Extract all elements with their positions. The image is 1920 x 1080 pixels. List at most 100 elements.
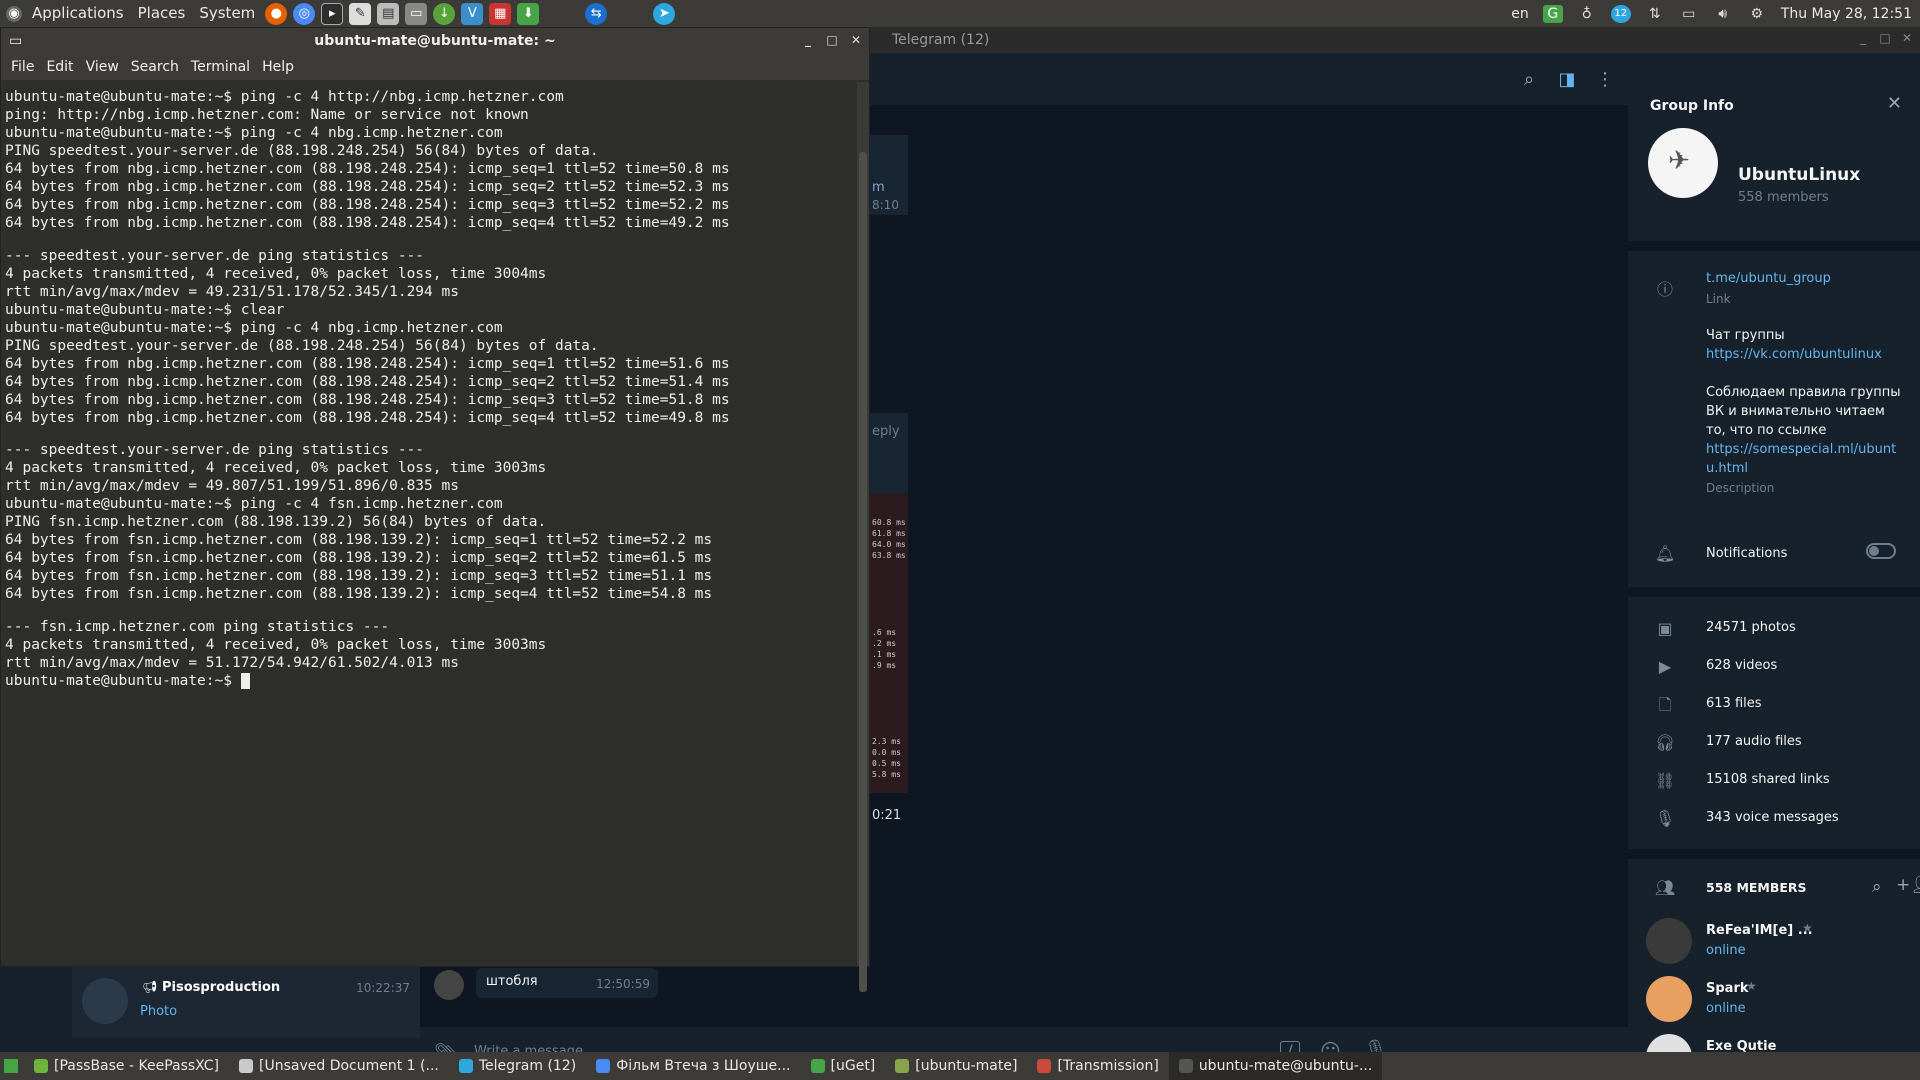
terminal-window[interactable]: ▭ ubuntu-mate@ubuntu-mate: ~ _ □ ✕ File … xyxy=(0,27,870,992)
telegram-launcher-icon[interactable]: ➤ xyxy=(653,2,676,25)
channel-icon: 📢︎ xyxy=(142,980,158,994)
terminal-prompt-line[interactable]: ubuntu-mate@ubuntu-mate:~$ xyxy=(5,672,853,690)
scrollbar-thumb[interactable] xyxy=(859,152,867,992)
taskbar-item[interactable]: [PassBase - KeePassXC] xyxy=(24,1052,229,1080)
group-avatar[interactable]: ✈ xyxy=(1648,128,1718,198)
add-member-icon[interactable]: +👤︎ xyxy=(1896,875,1920,895)
taskbar-item[interactable]: [ubuntu-mate] xyxy=(885,1052,1027,1080)
terminal-line: 64 bytes from nbg.icmp.hetzner.com (88.1… xyxy=(5,373,730,390)
text-editor-icon[interactable]: ✎ xyxy=(349,2,372,25)
media-item[interactable]: 🗋︎ 613 files xyxy=(1628,690,1920,720)
volume-icon[interactable]: 🔊︎ xyxy=(1713,5,1733,23)
menu-applications[interactable]: Applications xyxy=(25,0,131,27)
vk-icon[interactable]: V xyxy=(461,2,484,25)
media-item[interactable]: 🎙︎ 343 voice messages xyxy=(1628,804,1920,834)
minimize-button[interactable]: _ xyxy=(801,33,815,47)
teamviewer-icon[interactable]: ⇆ xyxy=(585,2,608,25)
member-search-icon[interactable]: ⌕ xyxy=(1872,877,1882,897)
search-icon[interactable]: ⌕ xyxy=(1518,69,1540,91)
terminal-line: 64 bytes from nbg.icmp.hetzner.com (88.1… xyxy=(5,355,730,372)
terminal-line: ubuntu-mate@ubuntu-mate:~$ ping -c 4 nbg… xyxy=(5,319,503,336)
menu-file[interactable]: File xyxy=(5,59,40,75)
terminal-line: 4 packets transmitted, 4 received, 0% pa… xyxy=(5,460,547,477)
telegram-tray-badge[interactable]: 12 xyxy=(1610,4,1631,23)
notifications-toggle[interactable] xyxy=(1866,543,1896,559)
terminal-line: --- speedtest.your-server.de ping statis… xyxy=(5,247,425,264)
menu-terminal[interactable]: Terminal xyxy=(185,59,256,75)
video-icon: ▶ xyxy=(1658,657,1672,676)
torrent-icon[interactable]: ↓ xyxy=(433,2,456,25)
menu-places[interactable]: Places xyxy=(131,0,193,27)
maximize-button[interactable]: □ xyxy=(825,33,839,47)
mate-logo-icon[interactable]: ◉ xyxy=(6,5,22,22)
maximize-button[interactable]: □ xyxy=(1878,31,1892,45)
close-button[interactable]: ✕ xyxy=(1900,31,1914,45)
description-link-2b[interactable]: u.html xyxy=(1706,461,1748,476)
menu-edit[interactable]: Edit xyxy=(40,59,79,75)
terminal-menu-icon[interactable]: ▭ xyxy=(9,28,22,54)
close-icon[interactable]: ✕ xyxy=(1887,93,1902,114)
taskbar-item[interactable]: [Unsaved Document 1 (... xyxy=(229,1052,449,1080)
last-message-text: штобля xyxy=(486,974,538,989)
terminal-output[interactable]: ubuntu-mate@ubuntu-mate:~$ ping -c 4 htt… xyxy=(1,82,857,966)
media-item[interactable]: ▣ 24571 photos xyxy=(1628,614,1920,644)
member-item[interactable]: Spark ★ online xyxy=(1628,971,1920,1027)
uget-icon[interactable]: ⬇ xyxy=(517,2,540,25)
keepass-icon[interactable]: ▦ xyxy=(489,2,512,25)
close-button[interactable]: ✕ xyxy=(849,33,863,47)
member-item[interactable]: ReFea'IM[e] ... ★ online xyxy=(1628,913,1920,969)
dialog-preview: Photo xyxy=(140,1004,178,1019)
menu-view[interactable]: View xyxy=(80,59,125,75)
media-label: 628 videos xyxy=(1706,658,1778,673)
menu-system[interactable]: System xyxy=(192,0,262,27)
app-icon xyxy=(34,1059,48,1073)
menu-search[interactable]: Search xyxy=(125,59,185,75)
member-item[interactable]: Exe Qutie xyxy=(1628,1029,1920,1080)
minimize-button[interactable]: _ xyxy=(1856,31,1870,45)
settings-icon[interactable]: ⚙ xyxy=(1747,5,1767,23)
taskbar-item-label: ubuntu-mate@ubuntu-... xyxy=(1198,1058,1373,1074)
section-separator xyxy=(1628,241,1920,251)
telegram-titlebar[interactable]: Telegram (12) _ □ ✕ xyxy=(870,27,1920,53)
firefox-icon[interactable]: ● xyxy=(265,2,288,25)
sidebar-toggle-icon[interactable]: ◨ xyxy=(1556,69,1578,91)
keyboard-layout[interactable]: en xyxy=(1511,6,1529,22)
terminal-scrollbar[interactable] xyxy=(857,82,869,992)
taskbar-item[interactable]: [uGet] xyxy=(801,1052,886,1080)
taskbar-item[interactable]: Фільм Втеча з Шоуше... xyxy=(586,1052,800,1080)
group-link[interactable]: t.me/ubuntu_group xyxy=(1706,271,1831,286)
files-icon[interactable]: ▤ xyxy=(377,2,400,25)
media-duration: 0:21 xyxy=(872,808,902,823)
media-item[interactable]: 🎧︎ 177 audio files xyxy=(1628,728,1920,758)
battery-icon[interactable]: ▭ xyxy=(1679,5,1699,23)
terminal-titlebar[interactable]: ▭ ubuntu-mate@ubuntu-mate: ~ _ □ ✕ xyxy=(1,28,869,54)
description-link-1[interactable]: https://vk.com/ubuntulinux xyxy=(1706,347,1882,362)
taskbar-item[interactable]: ubuntu-mate@ubuntu-... xyxy=(1168,1052,1383,1080)
bulb-icon[interactable]: ♁ xyxy=(1577,5,1597,23)
terminal-prompt: ubuntu-mate@ubuntu-mate:~$ xyxy=(5,672,241,689)
chromium-icon[interactable]: ◎ xyxy=(293,2,316,25)
media-item[interactable]: ⛓ 15108 shared links xyxy=(1628,766,1920,796)
network-icon[interactable]: ⇅ xyxy=(1645,5,1665,23)
clipboard-icon[interactable]: G xyxy=(1542,4,1563,23)
last-message-bubble[interactable]: штобля 12:50:59 xyxy=(476,968,658,998)
taskbar-item-label: [uGet] xyxy=(830,1058,876,1074)
terminal-line: 64 bytes from nbg.icmp.hetzner.com (88.1… xyxy=(5,409,730,426)
taskbar-item[interactable]: [Transmission] xyxy=(1027,1052,1168,1080)
taskbar-item[interactable]: Telegram (12) xyxy=(449,1052,586,1080)
dialog-item[interactable]: 📢︎ Pisosproduction 10:22:37 Photo xyxy=(72,966,420,1038)
more-icon[interactable]: ⋮ xyxy=(1594,69,1616,91)
terminal-icon[interactable]: ▸ xyxy=(321,2,344,25)
menu-help[interactable]: Help xyxy=(256,59,300,75)
system-tray: en G ♁ 12 ⇅ ▭ 🔊︎ ⚙ Thu May 28, 12:51 xyxy=(1511,0,1920,27)
description-link-2a[interactable]: https://somespecial.ml/ubunt xyxy=(1706,442,1896,457)
drive-icon[interactable]: ▭ xyxy=(405,2,428,25)
clock[interactable]: Thu May 28, 12:51 xyxy=(1781,6,1912,22)
app-icon xyxy=(1037,1059,1052,1073)
terminal-line: PING speedtest.your-server.de (88.198.24… xyxy=(5,337,599,354)
show-desktop-icon[interactable] xyxy=(4,1059,18,1073)
media-item[interactable]: ▶ 628 videos xyxy=(1628,652,1920,682)
reply-fragment[interactable]: eply xyxy=(872,424,900,439)
terminal-line: 64 bytes from nbg.icmp.hetzner.com (88.1… xyxy=(5,197,730,213)
